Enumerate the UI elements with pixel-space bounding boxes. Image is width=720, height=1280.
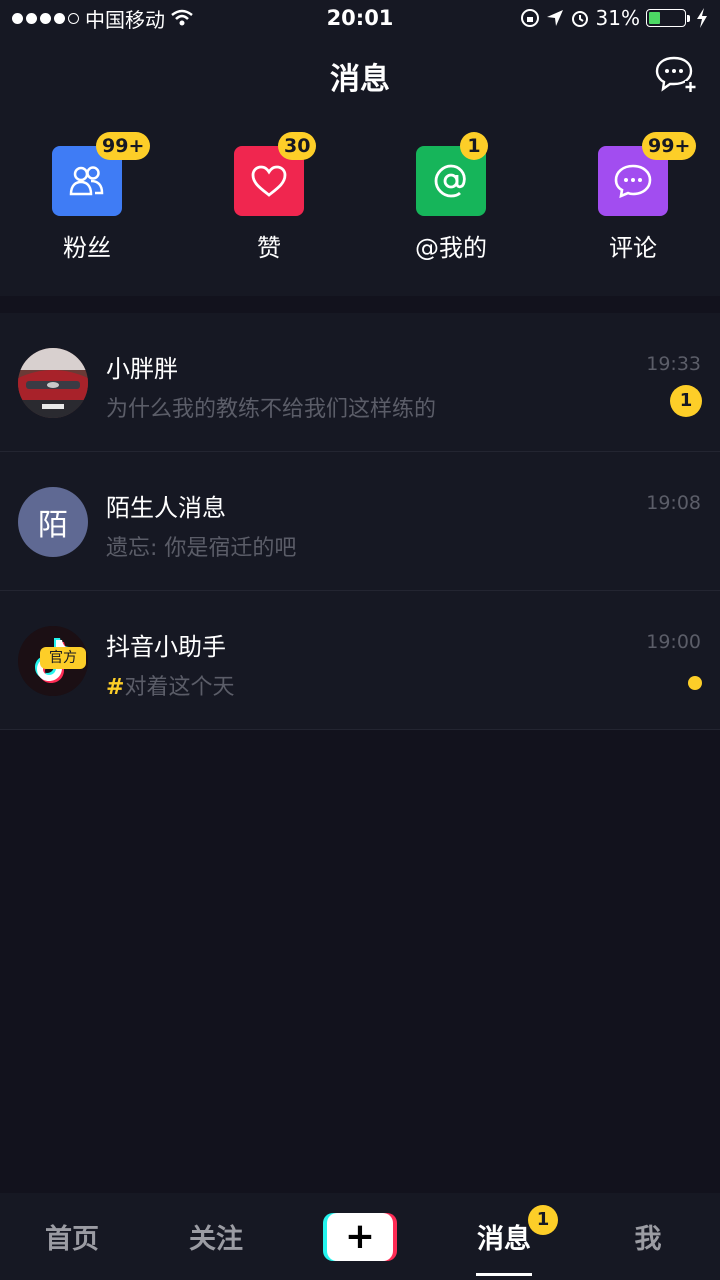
fans-label: 粉丝 (63, 234, 111, 262)
contact-name: 陌生人消息 (106, 494, 226, 522)
plus-icon: + (327, 1213, 393, 1261)
active-tab-indicator (476, 1273, 532, 1276)
message-preview: 为什么我的教练不给我们这样练的 (106, 397, 437, 422)
create-video-button[interactable]: + (323, 1213, 397, 1261)
unread-dot (688, 676, 702, 690)
contact-name: 小胖胖 (106, 355, 178, 383)
hashtag-icon: # (106, 675, 125, 700)
tab-me[interactable]: 我 (588, 1193, 708, 1280)
avatar-initial: 陌 (38, 508, 68, 543)
list-item[interactable]: 小胖胖 为什么我的教练不给我们这样练的 19:33 1 (0, 313, 720, 452)
alarm-icon (571, 11, 588, 27)
contact-name: 抖音小助手 (106, 633, 226, 661)
message-time: 19:33 (646, 353, 701, 375)
comments-badge: 99+ (642, 132, 697, 160)
likes-label: 赞 (257, 234, 281, 262)
message-preview: #对着这个天 (106, 669, 234, 701)
avatar[interactable]: 陌 (18, 487, 88, 557)
tab-home[interactable]: 首页 (12, 1193, 132, 1280)
battery-icon (646, 9, 690, 27)
official-badge: 官方 (40, 647, 86, 669)
category-likes[interactable]: 30 赞 (199, 132, 339, 263)
page-title: 消息 (330, 62, 390, 97)
fans-icon (69, 166, 104, 196)
message-preview: 遗忘: 你是宿迁的吧 (106, 536, 297, 561)
messages-tab-badge: 1 (528, 1205, 558, 1235)
charging-icon (697, 8, 707, 28)
message-header: 消息 99+ 粉丝 30 赞 1 @我的 99+ 评论 (0, 36, 720, 296)
chat-plus-icon[interactable] (654, 54, 698, 94)
wifi-icon (171, 9, 193, 26)
avatar[interactable] (18, 348, 88, 418)
heart-icon (251, 165, 287, 197)
list-item[interactable]: 陌 陌生人消息 遗忘: 你是宿迁的吧 19:08 (0, 452, 720, 591)
message-time: 19:08 (646, 492, 701, 514)
comment-icon (614, 164, 652, 199)
likes-tile: 30 (234, 132, 317, 216)
car-photo-icon (18, 348, 88, 418)
message-list: 小胖胖 为什么我的教练不给我们这样练的 19:33 1 陌 陌生人消息 遗忘: … (0, 313, 720, 730)
list-item[interactable]: 官方 抖音小助手 #对着这个天 19:00 (0, 591, 720, 730)
category-mentions[interactable]: 1 @我的 (381, 132, 521, 263)
unread-badge: 1 (670, 385, 702, 417)
fans-tile: 99+ (52, 132, 151, 216)
category-fans[interactable]: 99+ 粉丝 (17, 132, 157, 263)
tab-following[interactable]: 关注 (156, 1193, 276, 1280)
status-bar: 中国移动 20:01 31% (0, 0, 720, 36)
mentions-badge: 1 (460, 132, 488, 160)
at-icon (434, 164, 466, 198)
preview-text: 对着这个天 (124, 675, 235, 700)
location-icon (546, 10, 563, 26)
comments-label: 评论 (609, 234, 657, 262)
battery-percent: 31% (595, 6, 640, 30)
fans-badge: 99+ (96, 132, 151, 160)
category-comments[interactable]: 99+ 评论 (563, 132, 703, 263)
mentions-tile: 1 (416, 132, 488, 216)
signal-icon (12, 12, 79, 24)
message-time: 19:00 (646, 631, 701, 653)
rotation-lock-icon (520, 9, 539, 27)
mentions-label: @我的 (415, 234, 487, 262)
comments-tile: 99+ (598, 132, 697, 216)
likes-badge: 30 (278, 132, 317, 160)
clock: 20:01 (326, 6, 394, 30)
carrier-label: 中国移动 (85, 7, 165, 32)
